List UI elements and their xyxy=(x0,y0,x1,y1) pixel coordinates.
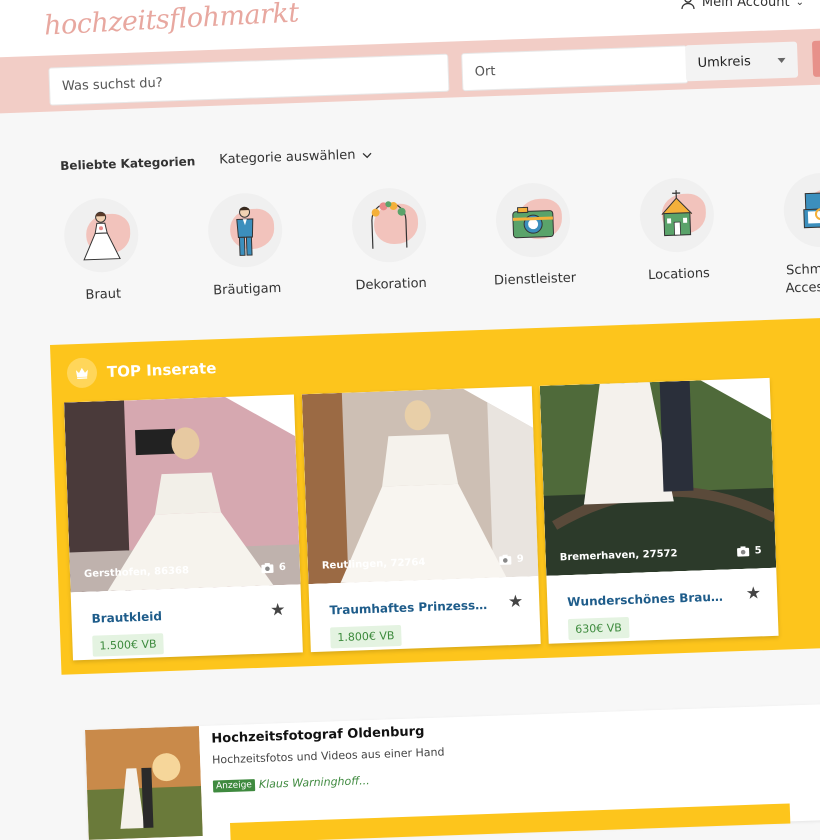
camera-icon xyxy=(512,206,554,239)
radius-label: Umkreis xyxy=(697,53,751,71)
ad-badge: Anzeige xyxy=(212,778,256,793)
listing-title[interactable]: Wunderschönes Brautkleid xyxy=(567,590,727,610)
user-icon xyxy=(681,0,695,10)
listing-title[interactable]: Brautkleid xyxy=(91,606,251,625)
chevron-down-icon xyxy=(363,152,372,158)
category-braeutigam[interactable]: Bräutigam xyxy=(194,191,298,300)
category-dienstleister[interactable]: Dienstleister xyxy=(482,181,586,290)
bride-icon xyxy=(83,211,121,261)
category-label: Dienstleister xyxy=(493,270,577,289)
top-listings-title: TOP Inserate xyxy=(66,353,217,389)
listing-title[interactable]: Traumhaftes Prinzessinnenkleid xyxy=(329,598,489,618)
listing-price: 630€ VB xyxy=(567,616,630,641)
groom-icon xyxy=(236,206,254,256)
listing-card[interactable]: Bremerhaven, 27572 5 Wunderschönes Braut… xyxy=(539,377,779,644)
ad-author[interactable]: Klaus Warninghoff... xyxy=(259,774,370,791)
camera-icon xyxy=(736,546,749,557)
category-braut[interactable]: Braut xyxy=(50,196,154,306)
listing-image[interactable]: Gersthofen, 86368 6 xyxy=(64,395,300,593)
crown-icon xyxy=(742,388,756,400)
category-label: Bräutigam xyxy=(212,280,282,299)
camera-icon xyxy=(261,562,274,573)
ad-image[interactable] xyxy=(85,726,203,840)
chapel-icon xyxy=(661,190,693,237)
ad-subtitle: Hochzeitsfotos und Videos aus einer Hand xyxy=(211,745,445,767)
photo-count: 6 xyxy=(261,562,286,574)
category-dropdown-label: Kategorie auswählen xyxy=(219,147,356,168)
location-input[interactable]: Ort xyxy=(461,45,689,92)
category-dropdown[interactable]: Kategorie auswählen xyxy=(219,147,374,167)
star-icon[interactable]: ★ xyxy=(746,583,762,604)
listing-price: 1.800€ VB xyxy=(330,624,402,649)
flower-arch-icon xyxy=(371,201,408,249)
chevron-down-icon: ⌄ xyxy=(795,0,804,8)
account-label: Mein Account xyxy=(701,0,790,10)
category-label: Dekoration xyxy=(355,275,428,294)
logo[interactable]: hochzeitsflohmarkt xyxy=(43,0,299,42)
category-schmuck[interactable]: Schmuck & Accessoires xyxy=(770,171,820,298)
search-input[interactable]: Was suchst du? xyxy=(48,53,450,106)
ad-title[interactable]: Hochzeitsfotograf Oldenburg xyxy=(211,724,425,746)
top-listings-title-text: TOP Inserate xyxy=(106,359,217,382)
category-dekoration[interactable]: Dekoration xyxy=(338,186,442,295)
star-icon[interactable]: ★ xyxy=(270,600,286,621)
listing-image[interactable]: Reutlingen, 72764 9 xyxy=(302,386,538,584)
categories-header: Beliebte Kategorien Kategorie auswählen xyxy=(60,147,374,173)
listing-card[interactable]: Reutlingen, 72764 9 Traumhaftes Prinzess… xyxy=(301,386,541,653)
ring-box-icon xyxy=(803,192,820,229)
search-button[interactable] xyxy=(811,39,820,77)
star-icon[interactable]: ★ xyxy=(508,592,524,613)
camera-icon xyxy=(499,554,512,565)
listing-card[interactable]: Gersthofen, 86368 6 Brautkleid ★ 1.500€ … xyxy=(64,394,303,661)
categories-title: Beliebte Kategorien xyxy=(60,153,196,173)
ad-meta: Anzeige Klaus Warninghoff... xyxy=(212,774,370,793)
top-listings-section: TOP Inserate Gersthofen, 86368 6 Brautkl… xyxy=(50,316,820,675)
listing-price: 1.500€ VB xyxy=(92,633,164,657)
caret-down-icon xyxy=(777,57,786,63)
crown-icon xyxy=(266,405,280,417)
account-menu[interactable]: Mein Account ⌄ xyxy=(680,0,804,10)
listing-image[interactable]: Bremerhaven, 27572 5 xyxy=(540,378,776,576)
category-list: Braut Bräutigam Dekoration Dienstleister… xyxy=(50,171,820,310)
radius-select[interactable]: Umkreis xyxy=(684,41,799,82)
crown-icon xyxy=(66,357,98,389)
photo-count: 9 xyxy=(499,554,524,566)
category-label: Locations xyxy=(647,266,711,284)
category-locations[interactable]: Locations xyxy=(626,176,730,285)
category-label: Schmuck & Accessoires xyxy=(785,261,820,297)
crown-icon xyxy=(504,397,518,409)
photo-count: 5 xyxy=(736,545,761,557)
category-label: Braut xyxy=(85,286,122,303)
